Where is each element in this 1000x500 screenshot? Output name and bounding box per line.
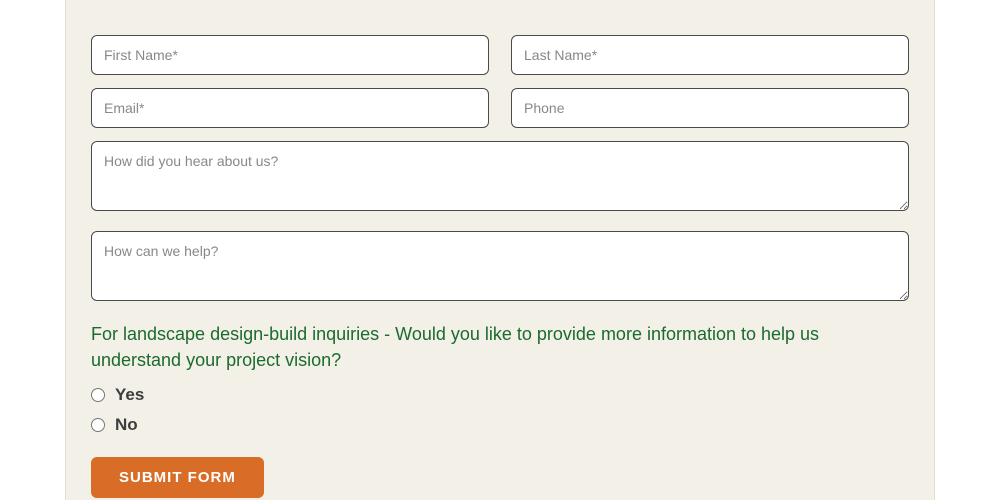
first-name-input[interactable]	[91, 35, 489, 75]
first-name-wrapper	[91, 35, 489, 75]
radio-group: Yes No	[91, 385, 909, 435]
radio-yes-input[interactable]	[91, 388, 105, 402]
radio-no-label[interactable]: No	[115, 415, 138, 435]
radio-option-yes: Yes	[91, 385, 909, 405]
radio-no-input[interactable]	[91, 418, 105, 432]
last-name-input[interactable]	[511, 35, 909, 75]
question-label: For landscape design-build inquiries - W…	[91, 321, 909, 373]
last-name-wrapper	[511, 35, 909, 75]
submit-button[interactable]: SUBMIT FORM	[91, 457, 264, 498]
radio-option-no: No	[91, 415, 909, 435]
phone-input[interactable]	[511, 88, 909, 128]
email-input[interactable]	[91, 88, 489, 128]
radio-yes-label[interactable]: Yes	[115, 385, 144, 405]
help-row	[91, 231, 909, 306]
contact-row	[91, 88, 909, 128]
email-wrapper	[91, 88, 489, 128]
form-container: For landscape design-build inquiries - W…	[65, 0, 935, 500]
help-textarea[interactable]	[91, 231, 909, 301]
hear-about-row	[91, 141, 909, 216]
phone-wrapper	[511, 88, 909, 128]
name-row	[91, 35, 909, 75]
hear-about-textarea[interactable]	[91, 141, 909, 211]
